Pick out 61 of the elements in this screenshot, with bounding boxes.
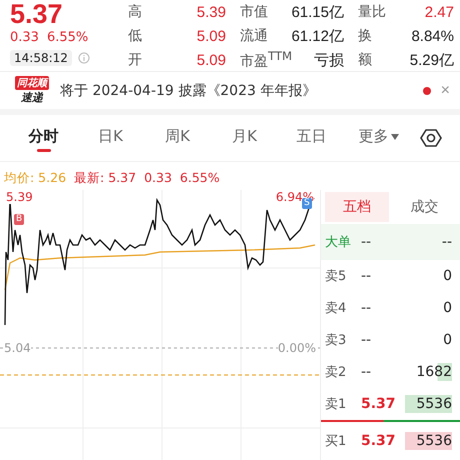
settings-icon[interactable] [420, 127, 442, 149]
caret-icon [390, 134, 398, 140]
latest-change: 0.33 [144, 170, 172, 187]
base-price-tick: 5.04 [4, 342, 31, 355]
notice-text[interactable]: 将于 2024-04-19 披露《2023 年年报》 [60, 82, 413, 100]
logo-label: 同花顺 [15, 76, 49, 90]
order-price: 5.37 [361, 396, 397, 412]
buy-marker[interactable]: B [14, 214, 24, 225]
stat-value: 8.84% [411, 28, 454, 44]
order-price: -- [361, 234, 372, 250]
stat-label: 量比 [358, 3, 386, 21]
order-label: 买1 [325, 433, 348, 450]
stat-value: 61.15亿 [291, 2, 344, 22]
percent-change: 6.55% [46, 30, 88, 45]
base-percent-tick: 0.00% [278, 342, 316, 355]
chart-tab[interactable]: 日K [77, 115, 144, 161]
order-price: -- [361, 364, 372, 380]
order-price: -- [361, 300, 372, 316]
stat-label: 额 [358, 51, 372, 69]
stat-label: 流通 [240, 27, 268, 45]
quote-time: 14:58:12 [10, 50, 72, 66]
stat-value: 亏损 [314, 50, 344, 70]
stat-value: 5.09 [196, 52, 226, 68]
stat-value: 5.09 [196, 28, 226, 44]
order-label: 大单 [325, 234, 352, 251]
order-label: 卖3 [325, 332, 348, 349]
average-price: 均价: 5.26 [4, 170, 66, 187]
order-label: 卖1 [325, 396, 348, 413]
stat-label: 换 [358, 27, 372, 45]
stat-value: 2.47 [424, 4, 454, 20]
logo-label: 速递 [21, 90, 43, 105]
stat-value: 61.12亿 [291, 26, 344, 46]
stat-value: 5.29亿 [410, 50, 454, 70]
chart-tab[interactable]: 五日 [278, 115, 345, 161]
stat-label: 市盈$^{TTM}$ [240, 49, 292, 71]
order-price: -- [361, 268, 372, 284]
order-volume: 0 [442, 299, 452, 317]
stat-label: 低 [128, 27, 142, 45]
stat-value: 5.39 [196, 4, 226, 20]
stat-label: 高 [128, 3, 142, 21]
order-label: 卖4 [325, 300, 348, 317]
latest-percent: 6.55% [180, 170, 220, 187]
chart-tab[interactable]: 周K [144, 115, 211, 161]
order-label: 卖5 [325, 268, 348, 285]
latest-price: 最新: 5.37 [74, 170, 136, 187]
book-tab[interactable]: 五档 [325, 192, 388, 222]
order-price: -- [361, 332, 372, 348]
chart-tab[interactable]: 更多 [345, 115, 412, 161]
stat-label: 市值 [240, 3, 268, 21]
chart-tab[interactable]: 分时 [10, 115, 77, 161]
order-price: 5.37 [361, 433, 397, 449]
chart-tab[interactable]: 月K [211, 115, 278, 161]
order-volume: -- [440, 233, 452, 251]
current-price: 5.37 [10, 0, 64, 28]
stat-label: 开 [128, 51, 142, 69]
order-volume: 0 [442, 267, 452, 285]
order-label: 卖2 [325, 364, 348, 381]
high-price-tick: 5.39 [6, 191, 33, 204]
price-change: 0.33 [10, 30, 39, 45]
unread-dot-icon [422, 86, 431, 94]
order-volume: 0 [442, 331, 452, 349]
